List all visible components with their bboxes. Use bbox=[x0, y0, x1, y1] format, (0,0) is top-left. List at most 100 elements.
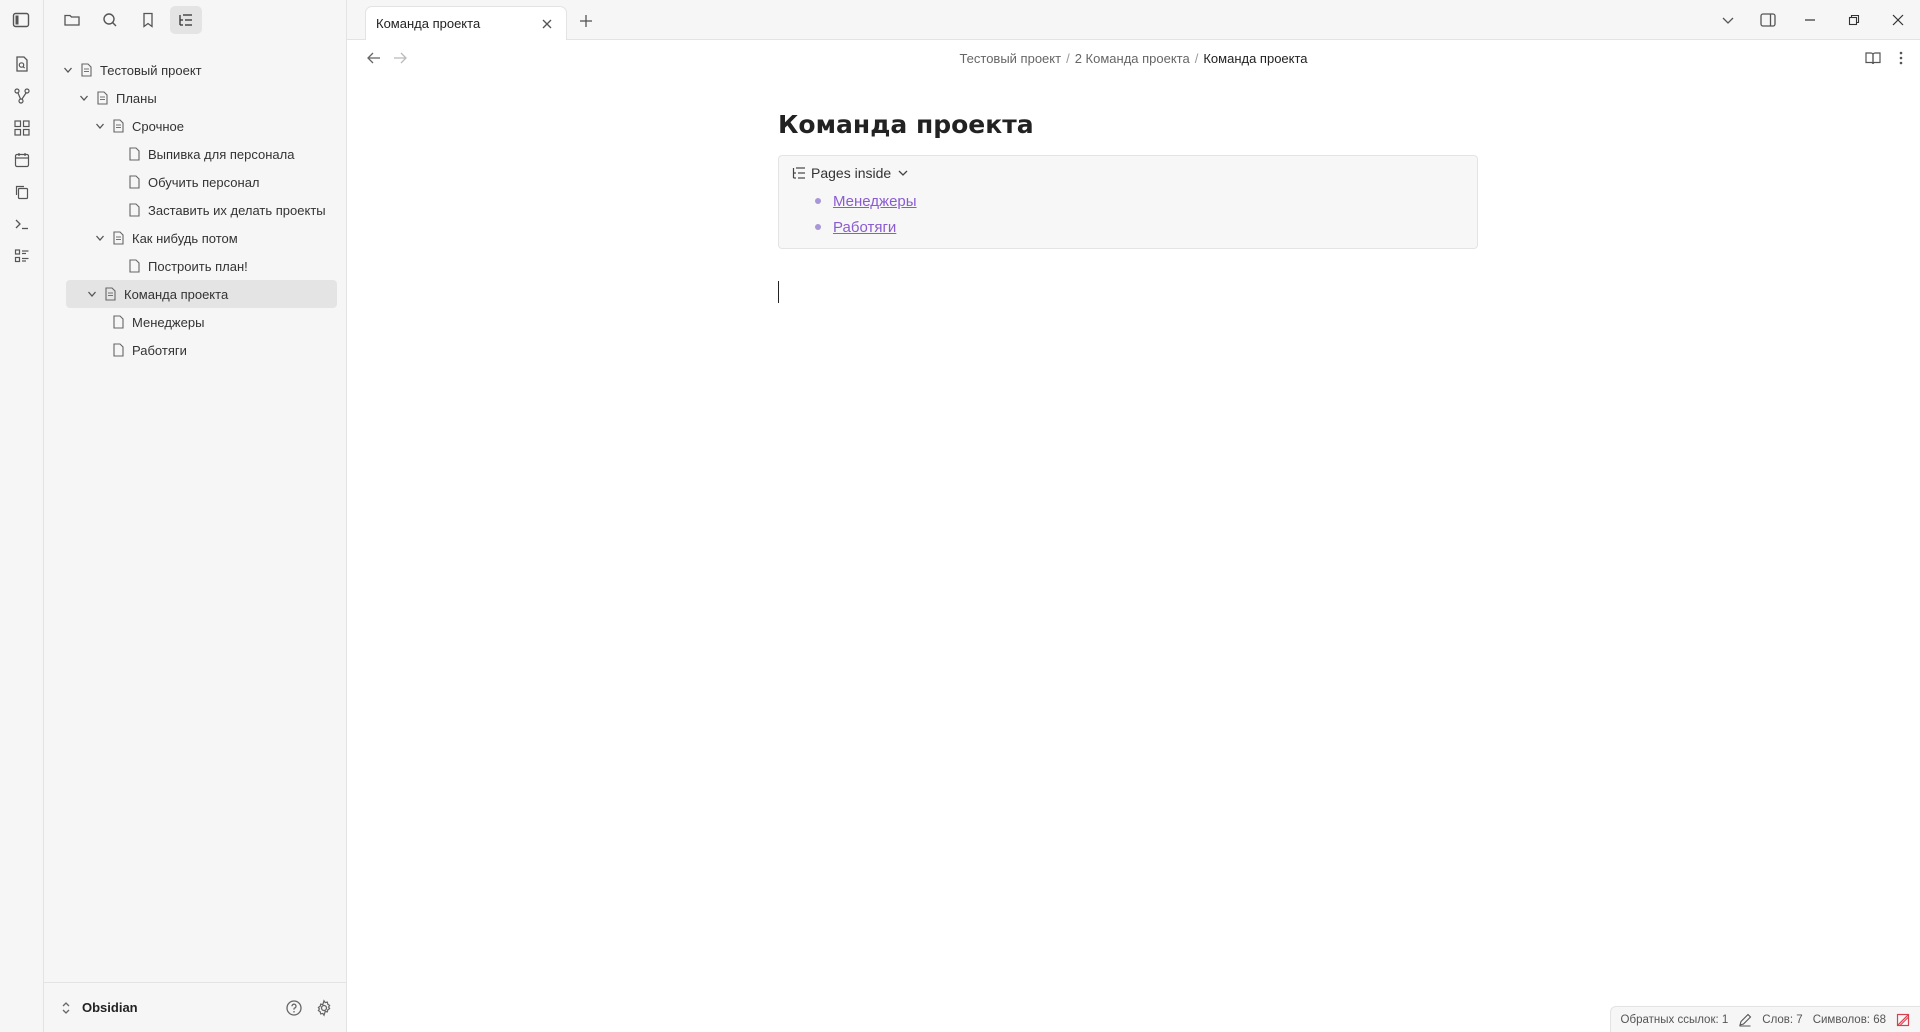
tab-active-note[interactable]: Команда проекта bbox=[365, 6, 567, 40]
sync-status-icon[interactable] bbox=[1896, 1013, 1910, 1027]
tree-item-label: Планы bbox=[116, 90, 157, 106]
tab-list-chevron-down-icon[interactable] bbox=[1708, 0, 1748, 40]
tree-item-label: Менеджеры bbox=[132, 314, 205, 330]
file-icon bbox=[126, 146, 142, 162]
tree-item[interactable]: Заставить их делать проекты bbox=[44, 196, 347, 224]
tree-item[interactable]: Выпивка для персонала bbox=[44, 140, 347, 168]
breadcrumb-separator: / bbox=[1194, 51, 1199, 66]
page-title[interactable]: Команда проекта bbox=[778, 110, 1478, 139]
file-sidebar: Тестовый проект Планы Срочное Выпивка для п… bbox=[44, 0, 347, 1032]
link-workers[interactable]: Работяги bbox=[833, 219, 896, 236]
tree-item-label: Работяги bbox=[132, 342, 187, 358]
sidebar-tabs bbox=[44, 0, 346, 40]
chevron-down-icon[interactable] bbox=[92, 230, 108, 246]
tree-item-label: Обучить персонал bbox=[148, 174, 260, 190]
file-icon bbox=[110, 230, 126, 246]
note-content: Команда проекта Pages inside Менеджеры Р… bbox=[778, 110, 1478, 303]
file-icon bbox=[102, 286, 118, 302]
chevron-down-icon[interactable] bbox=[84, 286, 100, 302]
tab-label: Команда проекта bbox=[376, 16, 481, 31]
word-count: Слов: 7 bbox=[1762, 1013, 1803, 1026]
pages-inside-list: Менеджеры Работяги bbox=[791, 188, 1465, 240]
calendar-icon[interactable] bbox=[0, 144, 44, 176]
file-tree: Тестовый проект Планы Срочное Выпивка для п… bbox=[44, 56, 347, 364]
vault-bar: Obsidian bbox=[44, 982, 347, 1032]
tree-item-label: Тестовый проект bbox=[100, 62, 202, 78]
tasks-icon[interactable] bbox=[0, 240, 44, 272]
pages-inside-header[interactable]: Pages inside bbox=[791, 162, 1465, 184]
help-icon[interactable] bbox=[285, 999, 303, 1017]
tree-item-label: Как нибудь потом bbox=[132, 230, 238, 246]
tree-item[interactable]: Планы bbox=[44, 84, 347, 112]
copy-icon[interactable] bbox=[0, 176, 44, 208]
tree-item-label: Построить план! bbox=[148, 258, 248, 274]
chevron-down-icon[interactable] bbox=[76, 90, 92, 106]
tree-item-label: Срочное bbox=[132, 118, 184, 134]
bookmark-icon[interactable] bbox=[132, 6, 164, 34]
file-icon bbox=[126, 174, 142, 190]
chevron-down-icon[interactable] bbox=[92, 118, 108, 134]
restore-icon[interactable] bbox=[1832, 0, 1876, 40]
new-tab-plus-icon[interactable] bbox=[575, 10, 597, 32]
file-icon bbox=[94, 90, 110, 106]
bullet bbox=[815, 224, 821, 230]
reading-view-book-icon[interactable] bbox=[1864, 49, 1882, 67]
tree-item[interactable]: Команда проекта bbox=[66, 280, 337, 308]
tab-bar: Команда проекта bbox=[347, 0, 1920, 40]
backlinks-count[interactable]: Обратных ссылок: 1 bbox=[1621, 1014, 1729, 1026]
settings-gear-icon[interactable] bbox=[315, 998, 333, 1017]
tree-item-label: Команда проекта bbox=[124, 286, 229, 302]
breadcrumb-current[interactable]: Команда проекта bbox=[1203, 51, 1307, 66]
status-bar: Обратных ссылок: 1 Слов: 7 Символов: 68 bbox=[1609, 1006, 1920, 1032]
list-item: Работяги bbox=[791, 214, 1465, 240]
tree-item[interactable]: Обучить персонал bbox=[44, 168, 347, 196]
right-sidebar-toggle-icon[interactable] bbox=[1748, 0, 1788, 40]
file-icon bbox=[110, 342, 126, 358]
pages-inside-block: Pages inside Менеджеры Работяги bbox=[778, 155, 1478, 249]
file-icon bbox=[110, 314, 126, 330]
tree-item[interactable]: Построить план! bbox=[44, 252, 347, 280]
chevron-down-icon[interactable] bbox=[897, 167, 909, 179]
search-file-icon[interactable] bbox=[0, 48, 44, 80]
folder-icon[interactable] bbox=[56, 6, 88, 34]
more-options-icon[interactable] bbox=[1898, 49, 1904, 67]
chevron-down-icon[interactable] bbox=[60, 62, 76, 78]
terminal-icon[interactable] bbox=[0, 208, 44, 240]
sidebar-toggle-icon[interactable] bbox=[11, 10, 31, 30]
breadcrumb-item[interactable]: Тестовый проект bbox=[959, 51, 1061, 66]
vault-name[interactable]: Obsidian bbox=[82, 1000, 138, 1015]
canvas-icon[interactable] bbox=[0, 112, 44, 144]
graph-icon[interactable] bbox=[0, 80, 44, 112]
tree-item[interactable]: Работяги bbox=[44, 336, 347, 364]
tree-item[interactable]: Как нибудь потом bbox=[44, 224, 347, 252]
file-icon bbox=[78, 62, 94, 78]
file-icon bbox=[110, 118, 126, 134]
close-icon[interactable] bbox=[538, 15, 556, 33]
link-managers[interactable]: Менеджеры bbox=[833, 193, 917, 210]
minimize-icon[interactable] bbox=[1788, 0, 1832, 40]
edit-pencil-icon[interactable] bbox=[1738, 1013, 1752, 1027]
file-icon bbox=[126, 258, 142, 274]
window-close-icon[interactable] bbox=[1876, 0, 1920, 40]
bullet bbox=[815, 198, 821, 204]
search-icon[interactable] bbox=[94, 6, 126, 34]
text-cursor[interactable] bbox=[778, 281, 779, 303]
breadcrumb: Тестовый проект / 2 Команда проекта / Команд… bbox=[347, 51, 1920, 66]
view-header: Тестовый проект / 2 Команда проекта / Команд… bbox=[347, 40, 1920, 78]
file-icon bbox=[126, 202, 142, 218]
outline-list-icon bbox=[791, 165, 807, 181]
tree-item-label: Заставить их делать проекты bbox=[148, 202, 326, 218]
vault-switch-icon[interactable] bbox=[60, 1001, 72, 1015]
outline-tree-icon[interactable] bbox=[170, 6, 202, 34]
char-count: Символов: 68 bbox=[1812, 1013, 1886, 1026]
breadcrumb-item[interactable]: 2 Команда проекта bbox=[1075, 51, 1190, 66]
window-controls bbox=[1708, 0, 1920, 40]
tree-item-label: Выпивка для персонала bbox=[148, 146, 295, 162]
tree-item[interactable]: Менеджеры bbox=[44, 308, 347, 336]
main-area: Команда проекта Тестовый проект / 2 Кома… bbox=[347, 0, 1920, 1032]
list-item: Менеджеры bbox=[791, 188, 1465, 214]
tree-item[interactable]: Тестовый проект bbox=[44, 56, 347, 84]
breadcrumb-separator: / bbox=[1066, 51, 1070, 66]
tree-item[interactable]: Срочное bbox=[44, 112, 347, 140]
pages-inside-label: Pages inside bbox=[811, 165, 892, 181]
